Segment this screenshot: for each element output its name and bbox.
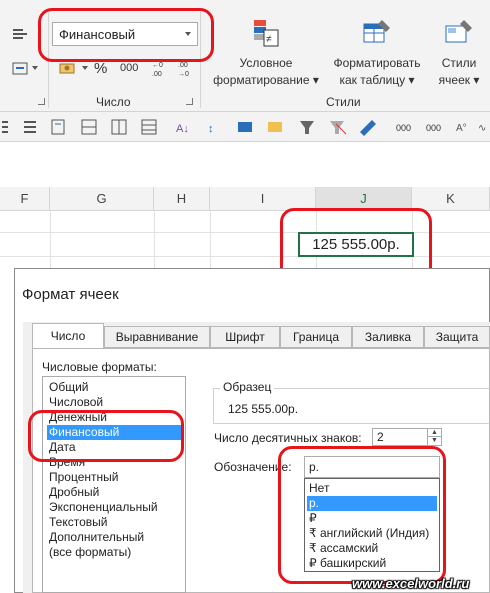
- list-item[interactable]: Процентный: [47, 470, 183, 485]
- list-item[interactable]: Текстовый: [47, 515, 183, 530]
- tab-font[interactable]: Шрифт: [210, 326, 280, 348]
- currency-format-icon[interactable]: [58, 60, 78, 78]
- column-header-k[interactable]: K: [412, 187, 490, 211]
- list-item[interactable]: Экспоненциальный: [47, 500, 183, 515]
- spin-down-icon[interactable]: ▼: [427, 437, 441, 445]
- conditional-formatting-icon: ≠: [252, 18, 280, 48]
- decimals-spinner[interactable]: 2 ▲ ▼: [372, 428, 442, 446]
- formula-area: [0, 142, 490, 187]
- column-header-h[interactable]: H: [154, 187, 210, 211]
- formats-label: Числовые форматы:: [42, 360, 157, 374]
- svg-text:∿: ∿: [478, 123, 486, 134]
- cell-styles-label-1: Стили: [441, 56, 477, 70]
- thousands-separator-button[interactable]: 000: [120, 62, 138, 74]
- svg-text:→0: →0: [178, 71, 189, 78]
- number-group-label: Число: [96, 95, 131, 109]
- tab-protection[interactable]: Защита: [424, 326, 490, 348]
- list-item[interactable]: Числовой: [47, 395, 183, 410]
- grid-line: [154, 211, 155, 271]
- column-header-g[interactable]: G: [50, 187, 154, 211]
- percent-button[interactable]: %: [94, 60, 107, 77]
- list-item[interactable]: Общий: [47, 380, 183, 395]
- decimals-label: Число десятичных знаков:: [214, 431, 362, 445]
- currency-dropdown-icon[interactable]: [82, 66, 88, 70]
- spin-up-icon[interactable]: ▲: [427, 429, 441, 437]
- svg-text:000: 000: [396, 123, 411, 133]
- svg-text:A↓: A↓: [176, 123, 189, 135]
- styles-group-label: Стили: [326, 95, 361, 109]
- highlight-symbol: [278, 446, 446, 584]
- decimals-value: 2: [377, 430, 384, 444]
- svg-text:↕: ↕: [208, 123, 214, 135]
- cell-styles-label-2: ячеек ▾: [438, 73, 480, 87]
- column-header-f[interactable]: F: [0, 187, 50, 211]
- highlight-number-format: [38, 8, 214, 62]
- svg-text:≠: ≠: [266, 34, 272, 45]
- watermark: www.excelworld.ru: [352, 576, 470, 591]
- dialog-title: Формат ячеек: [22, 286, 119, 303]
- tab-border[interactable]: Граница: [280, 326, 352, 348]
- merge-icon[interactable]: [12, 62, 28, 76]
- svg-text:A°: A°: [456, 123, 467, 134]
- cell-styles-icon: [444, 18, 474, 48]
- formats-listbox[interactable]: Общий Числовой Денежный Финансовый Дата …: [42, 376, 186, 593]
- merge-dropdown-icon[interactable]: [32, 66, 38, 70]
- svg-text:.00: .00: [152, 71, 162, 78]
- svg-text:←0: ←0: [152, 62, 163, 69]
- conditional-formatting-label-2: форматирование ▾: [213, 73, 319, 87]
- tab-fill[interactable]: Заливка: [352, 326, 424, 348]
- list-item[interactable]: (все форматы): [47, 545, 183, 560]
- table-style-icon: [362, 18, 392, 48]
- svg-text:000: 000: [426, 123, 441, 133]
- cell-styles-button[interactable]: Стили ячеек ▾: [428, 14, 490, 92]
- format-as-table-button[interactable]: Форматировать как таблицу ▾: [330, 14, 424, 92]
- number-dialog-launcher[interactable]: [186, 98, 193, 105]
- sample-value: 125 555.00р.: [228, 402, 299, 416]
- grid-line: [50, 211, 51, 271]
- list-item[interactable]: Дробный: [47, 485, 183, 500]
- list-item[interactable]: Дополнительный: [47, 530, 183, 545]
- conditional-formatting-label-1: Условное: [239, 56, 293, 70]
- align-icon[interactable]: [12, 28, 28, 42]
- format-as-table-label-1: Форматировать: [333, 56, 421, 70]
- alignment-dialog-launcher[interactable]: [38, 98, 45, 105]
- sample-label: Образец: [220, 380, 275, 394]
- highlight-financial-format: [28, 410, 184, 462]
- tab-alignment[interactable]: Выравнивание: [104, 326, 210, 348]
- grid-line: [210, 211, 211, 271]
- quick-toolbar-icons: A↓ ↕ 000 000 A° ∿: [0, 118, 490, 136]
- conditional-formatting-button[interactable]: ≠ Условное форматирование ▾: [204, 14, 328, 92]
- format-as-table-label-2: как таблицу ▾: [339, 73, 415, 87]
- tab-number[interactable]: Число: [32, 323, 104, 349]
- svg-text:.00: .00: [178, 62, 188, 69]
